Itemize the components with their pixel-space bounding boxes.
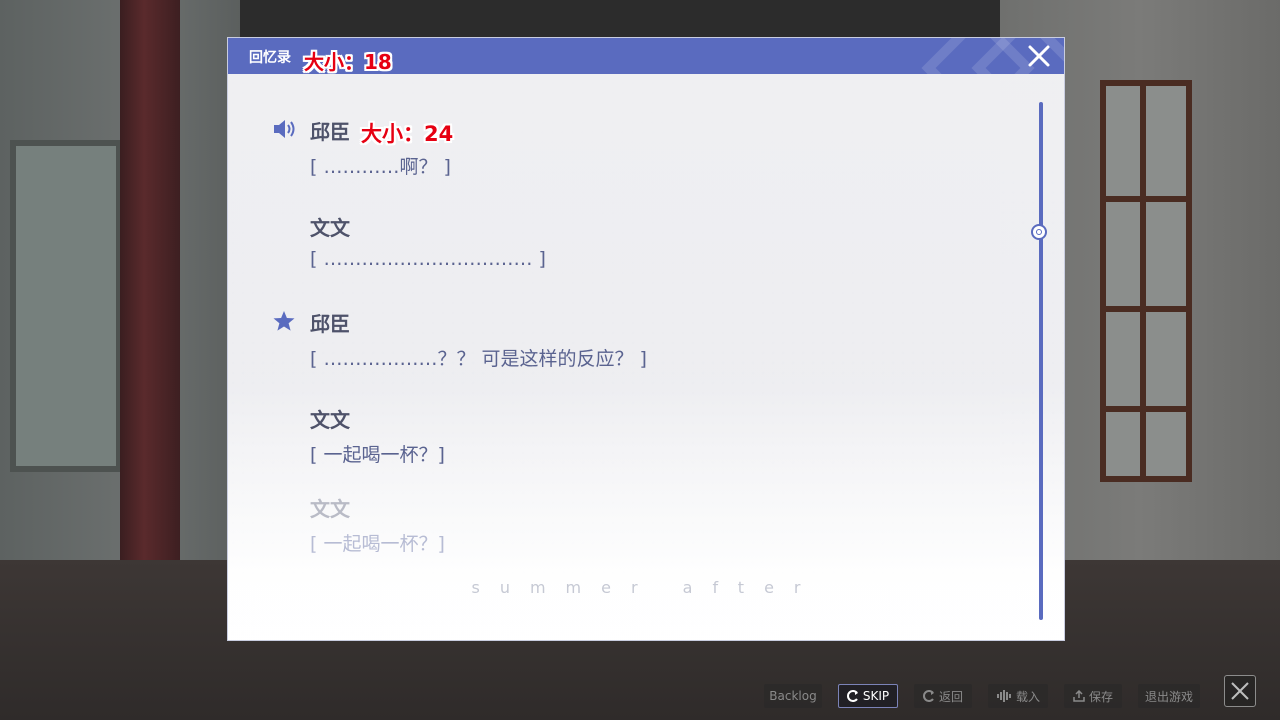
load-icon <box>996 690 1012 702</box>
exit-game-button[interactable]: 退出游戏 <box>1138 684 1200 708</box>
font-size-annotation: 大小：24 <box>361 122 454 146</box>
backlog-title: 回忆录 <box>249 50 291 66</box>
backlog-entry: 文文 [ …………………………… ] <box>228 212 1008 292</box>
star-icon[interactable] <box>272 310 298 332</box>
speaker-name: 邱臣 <box>310 312 350 336</box>
backlog-panel: 回忆录 大小：18 邱臣 大小：24 [ …………啊？ ] 文文 [……………… <box>227 37 1065 641</box>
back-button[interactable]: 返回 <box>914 684 972 708</box>
dialogue-line: [ …………………………… ] <box>310 248 546 270</box>
backlog-header: 回忆录 大小：18 <box>228 38 1064 74</box>
screen-close-button[interactable] <box>1224 675 1256 707</box>
speaker-icon[interactable] <box>272 118 298 140</box>
save-label: 保存 <box>1088 689 1113 704</box>
scrollbar-track[interactable] <box>1039 102 1043 620</box>
dialogue-line: [ ………………？？ 可是这样的反应？ ] <box>310 348 647 370</box>
logo-watermark: summer after <box>471 578 821 597</box>
dialogue-line: [ 一起喝一杯？] <box>310 533 445 555</box>
bottom-toolbar: Backlog SKIP 返回 载入 保存 退出游戏 <box>0 680 1280 720</box>
back-icon <box>923 690 935 702</box>
dialogue-line: [ …………啊？ ] <box>310 156 451 178</box>
save-icon <box>1073 690 1085 702</box>
speaker-name: 文文 <box>310 216 350 240</box>
game-screen: 回忆录 大小：18 邱臣 大小：24 [ …………啊？ ] 文文 [……………… <box>0 0 1280 720</box>
back-label: 返回 <box>938 689 963 704</box>
backlog-entry: 文文 [ 一起喝一杯？] <box>228 493 1008 573</box>
close-icon <box>1028 45 1050 67</box>
backlog-entry: 邱臣 大小：24 [ …………啊？ ] <box>228 116 1008 196</box>
skip-label: SKIP <box>862 689 890 703</box>
load-label: 载入 <box>1015 689 1040 704</box>
speaker-name: 文文 <box>310 497 350 521</box>
speaker-name: 文文 <box>310 408 350 432</box>
close-button[interactable] <box>1024 41 1054 71</box>
dialogue-line: [ 一起喝一杯？] <box>310 444 445 466</box>
scrollbar-thumb[interactable] <box>1031 224 1047 240</box>
skip-icon <box>846 690 859 702</box>
close-icon <box>1231 682 1249 700</box>
backlog-label: Backlog <box>769 689 817 703</box>
backlog-entry: 文文 [ 一起喝一杯？] <box>228 404 1008 484</box>
save-button[interactable]: 保存 <box>1064 684 1122 708</box>
load-button[interactable]: 载入 <box>988 684 1048 708</box>
exit-game-label: 退出游戏 <box>1144 689 1193 704</box>
backlog-entry: 邱臣 [ ………………？？ 可是这样的反应？ ] <box>228 308 1008 388</box>
background-ceiling <box>240 0 1000 40</box>
speaker-name: 邱臣 <box>310 120 350 144</box>
background-curtain <box>120 0 180 560</box>
background-right-window <box>1100 80 1192 482</box>
skip-button[interactable]: SKIP <box>838 684 898 708</box>
background-left-window <box>10 140 122 472</box>
font-size-annotation: 大小：18 <box>304 50 392 74</box>
backlog-button[interactable]: Backlog <box>764 684 822 708</box>
